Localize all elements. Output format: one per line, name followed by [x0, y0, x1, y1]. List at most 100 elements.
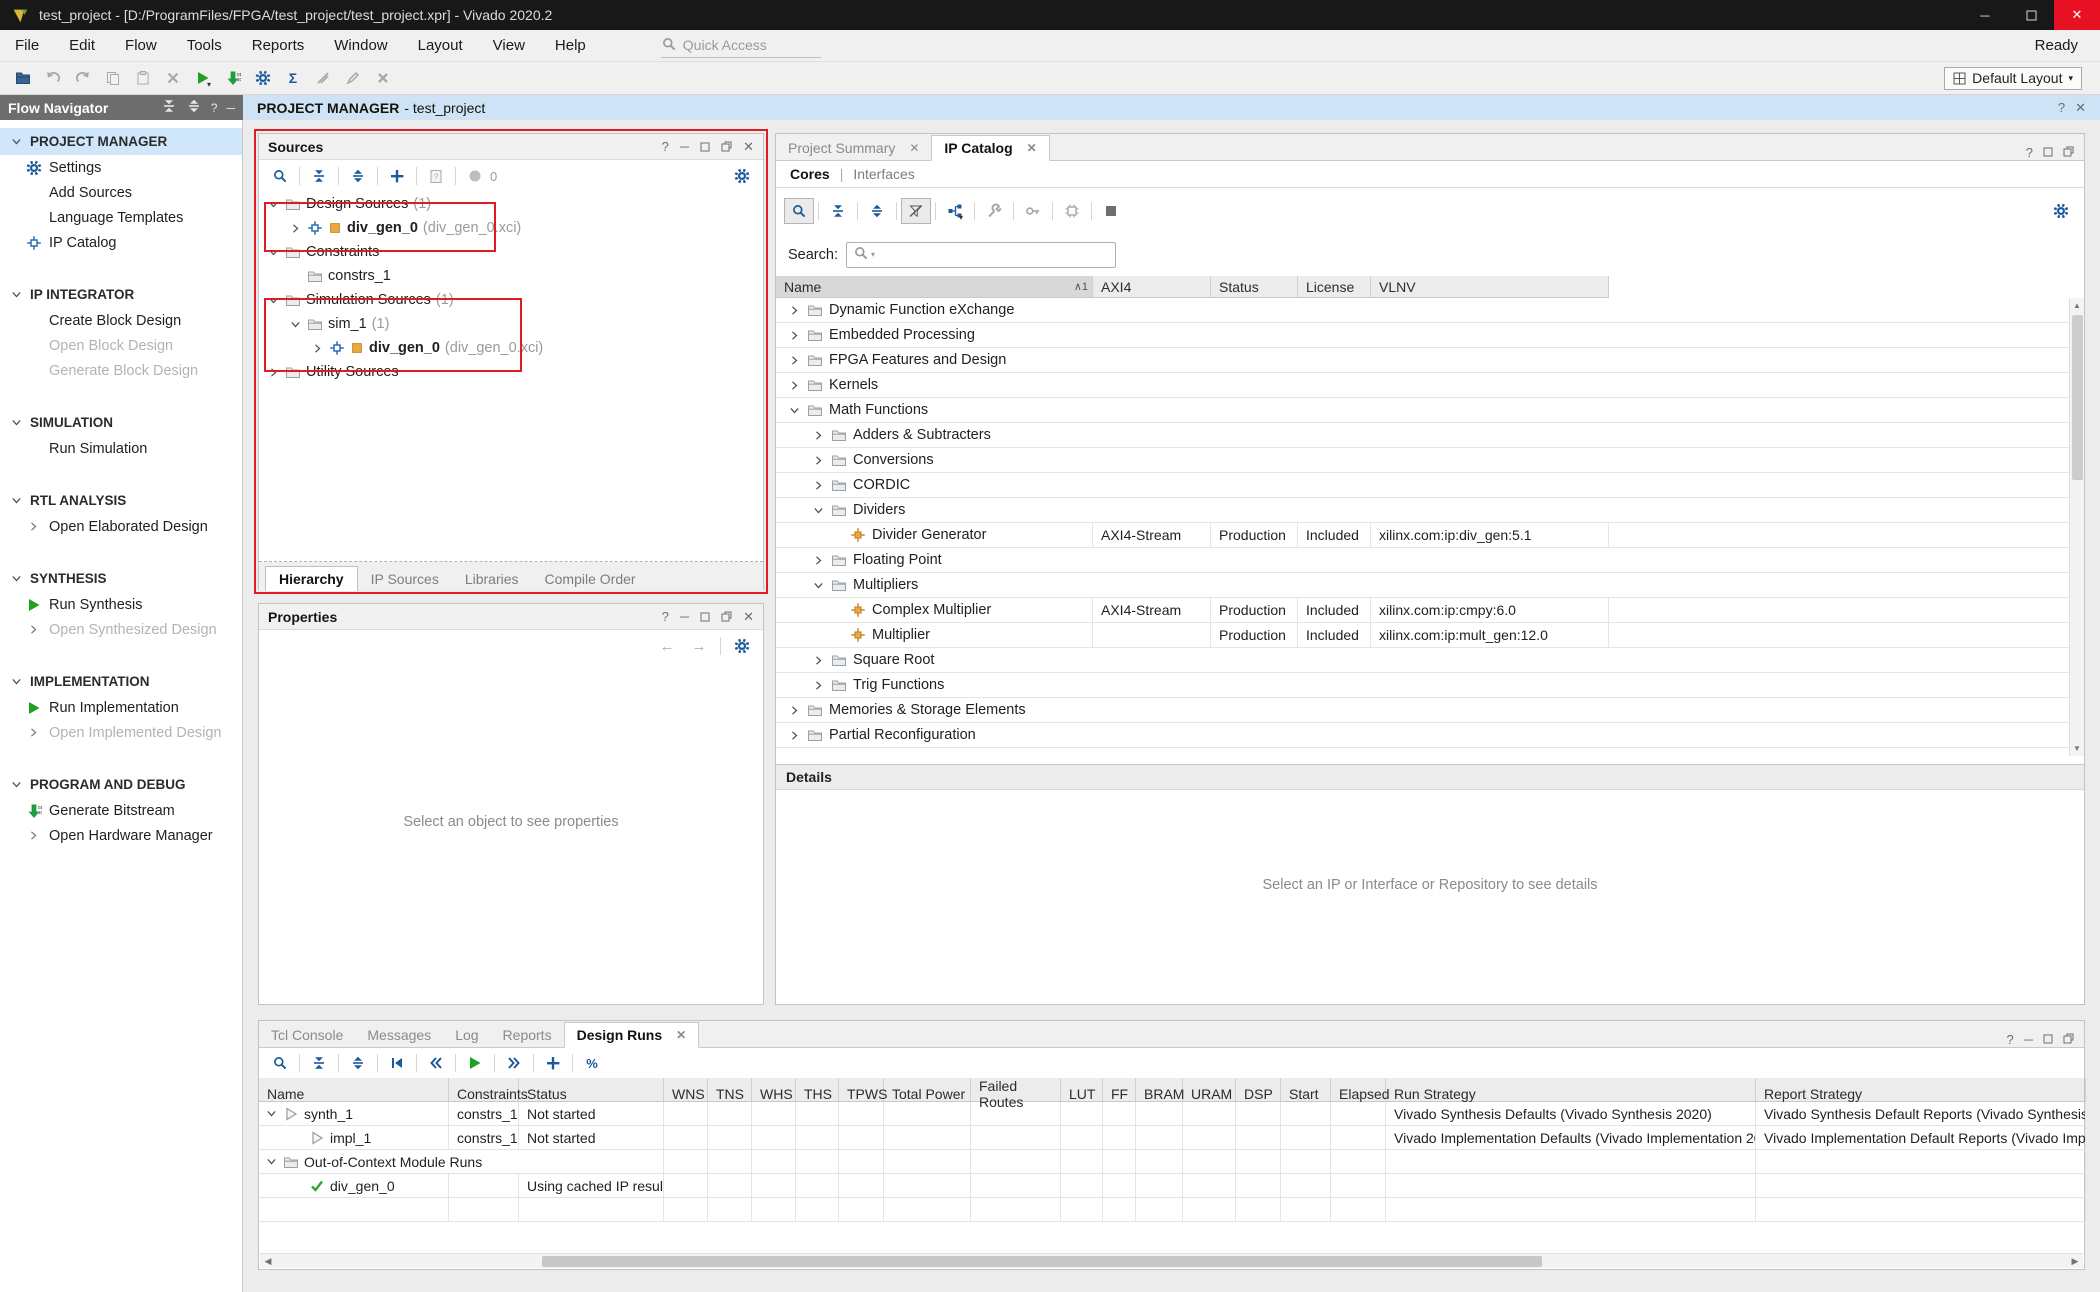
- close-icon[interactable]: ✕: [909, 141, 919, 155]
- sources-tree-row-utility-sources[interactable]: Utility Sources: [259, 360, 763, 384]
- ipcatalog-search-button[interactable]: [784, 198, 814, 224]
- toolbar-paste-button[interactable]: [128, 65, 158, 91]
- flownav-section-implementation[interactable]: IMPLEMENTATION: [0, 668, 242, 695]
- flownav-section-synthesis[interactable]: SYNTHESIS: [0, 565, 242, 592]
- ipcatalog-row-conversions[interactable]: Conversions: [776, 448, 2084, 473]
- maximize-icon[interactable]: [2043, 1032, 2053, 1047]
- menu-window[interactable]: Window: [319, 30, 402, 61]
- maximize-button[interactable]: [700, 612, 710, 622]
- ipcatalog-row-fpga-features-and-design[interactable]: FPGA Features and Design: [776, 348, 2084, 373]
- close-icon[interactable]: ✕: [1027, 141, 1037, 155]
- ipcatalog-row-divider-generator[interactable]: Divider Generator AXI4-Stream Production…: [776, 523, 2084, 548]
- toolbar-bitstream-button[interactable]: 0110: [218, 65, 248, 91]
- runs-step-forward-button[interactable]: [499, 1050, 529, 1076]
- ipcatalog-row-partial-reconfiguration[interactable]: Partial Reconfiguration: [776, 723, 2084, 748]
- ipcatalog-row-kernels[interactable]: Kernels: [776, 373, 2084, 398]
- ipcatalog-row-multipliers[interactable]: Multipliers: [776, 573, 2084, 598]
- runs-row-synth-1[interactable]: synth_1 constrs_1Not started Vivado Synt…: [259, 1102, 2084, 1126]
- flownav-item-generate-block-design[interactable]: Generate Block Design: [0, 358, 242, 383]
- sources-tree-row-sim-1[interactable]: sim_1 (1): [259, 312, 763, 336]
- toolbar-copy-button[interactable]: [98, 65, 128, 91]
- close-button[interactable]: ✕: [743, 609, 754, 625]
- flownav-item-run-simulation[interactable]: Run Simulation: [0, 436, 242, 461]
- flownav-item-open-implemented-design[interactable]: Open Implemented Design: [0, 720, 242, 745]
- bottom-tab-messages[interactable]: Messages: [355, 1023, 443, 1047]
- runs-percent-button[interactable]: %: [577, 1050, 607, 1076]
- ipcatalog-collapse-all-button[interactable]: [823, 198, 853, 224]
- flownav-item-create-block-design[interactable]: Create Block Design: [0, 308, 242, 333]
- ipcatalog-row-embedded-processing[interactable]: Embedded Processing: [776, 323, 2084, 348]
- window-minimize-button[interactable]: ─: [1962, 0, 2008, 30]
- close-icon[interactable]: ✕: [2075, 100, 2086, 116]
- properties-settings-button[interactable]: [727, 633, 757, 659]
- flownav-section-program-and-debug[interactable]: PROGRAM AND DEBUG: [0, 771, 242, 798]
- bottom-tab-reports[interactable]: Reports: [491, 1023, 564, 1047]
- ipcatalog-row-math-functions[interactable]: Math Functions: [776, 398, 2084, 423]
- toolbar-sum-button[interactable]: Σ: [278, 65, 308, 91]
- flownav-item-add-sources[interactable]: Add Sources: [0, 180, 242, 205]
- toolbar-settings-button[interactable]: [248, 65, 278, 91]
- menu-help[interactable]: Help: [540, 30, 601, 61]
- minimize-icon[interactable]: ─: [2024, 1032, 2033, 1047]
- sources-tree-row-div-gen-0[interactable]: div_gen_0 (div_gen_0.xci): [259, 216, 763, 240]
- ipcatalog-row-trig-functions[interactable]: Trig Functions: [776, 673, 2084, 698]
- expand-all-button[interactable]: [186, 98, 202, 117]
- runs-row-div-gen-0[interactable]: div_gen_0 Using cached IP results: [259, 1174, 2084, 1198]
- maximize-icon[interactable]: [2043, 145, 2053, 160]
- sources-tree-row-div-gen-0[interactable]: div_gen_0 (div_gen_0.xci): [259, 336, 763, 360]
- sources-tree-row-constraints[interactable]: Constraints: [259, 240, 763, 264]
- ipcatalog-row-memories-storage-elements[interactable]: Memories & Storage Elements: [776, 698, 2084, 723]
- minimize-button[interactable]: ─: [680, 609, 689, 624]
- menu-layout[interactable]: Layout: [403, 30, 478, 61]
- toolbar-delete-button[interactable]: [158, 65, 188, 91]
- ipcatalog-row-dynamic-function-exchange[interactable]: Dynamic Function eXchange: [776, 298, 2084, 323]
- flownav-section-simulation[interactable]: SIMULATION: [0, 409, 242, 436]
- properties-forward-button[interactable]: →: [684, 633, 714, 659]
- sources-report-button[interactable]: ?: [421, 163, 451, 189]
- runs-row-impl-1[interactable]: impl_1 constrs_1Not started Vivado Imple…: [259, 1126, 2084, 1150]
- column-header-name[interactable]: Name∧1: [776, 276, 1093, 297]
- subtab-cores[interactable]: Cores: [790, 166, 830, 182]
- runs-search-button[interactable]: [265, 1050, 295, 1076]
- toolbar-mark-button[interactable]: [308, 65, 338, 91]
- runs-add-button[interactable]: [538, 1050, 568, 1076]
- flownav-item-language-templates[interactable]: Language Templates: [0, 205, 242, 230]
- ipcatalog-group-button[interactable]: ▾: [940, 198, 970, 224]
- horizontal-scrollbar[interactable]: ◀ ▶: [260, 1253, 2083, 1268]
- sources-search-button[interactable]: [265, 163, 295, 189]
- help-button[interactable]: ?: [662, 609, 669, 624]
- sources-settings-button[interactable]: [727, 163, 757, 189]
- ip-search-input[interactable]: ▾: [846, 242, 1116, 268]
- flownav-item-ip-catalog[interactable]: IP Catalog: [0, 230, 242, 255]
- flownav-section-rtl-analysis[interactable]: RTL ANALYSIS: [0, 487, 242, 514]
- help-button[interactable]: ?: [662, 139, 669, 154]
- float-button[interactable]: [721, 141, 732, 152]
- sources-tab-ip-sources[interactable]: IP Sources: [358, 567, 452, 591]
- ipcatalog-customize-button[interactable]: [979, 198, 1009, 224]
- sources-add-button[interactable]: [382, 163, 412, 189]
- menu-flow[interactable]: Flow: [110, 30, 172, 61]
- runs-run-button[interactable]: [460, 1050, 490, 1076]
- ipcatalog-filter-button[interactable]: [901, 198, 931, 224]
- sources-tree-row-simulation-sources[interactable]: Simulation Sources (1): [259, 288, 763, 312]
- flownav-section-ip-integrator[interactable]: IP INTEGRATOR: [0, 281, 242, 308]
- vertical-scrollbar[interactable]: ▲ ▼: [2069, 298, 2084, 756]
- minimize-icon[interactable]: ─: [226, 101, 235, 115]
- subtab-interfaces[interactable]: Interfaces: [853, 166, 914, 182]
- ipcatalog-license-button[interactable]: [1018, 198, 1048, 224]
- menu-file[interactable]: File: [0, 30, 54, 61]
- flownav-item-settings[interactable]: Settings: [0, 155, 242, 180]
- toolbar-undo-button[interactable]: [38, 65, 68, 91]
- close-icon[interactable]: ✕: [676, 1028, 686, 1042]
- toolbar-run-button[interactable]: ▾: [188, 65, 218, 91]
- sources-tab-compile-order[interactable]: Compile Order: [532, 567, 649, 591]
- toolbar-redo-button[interactable]: [68, 65, 98, 91]
- bottom-tab-design-runs[interactable]: Design Runs✕: [564, 1022, 700, 1048]
- float-icon[interactable]: [2063, 1032, 2074, 1047]
- ipcatalog-chip-button[interactable]: [1057, 198, 1087, 224]
- maximize-button[interactable]: [700, 142, 710, 152]
- menu-view[interactable]: View: [478, 30, 540, 61]
- flownav-item-open-hardware-manager[interactable]: Open Hardware Manager: [0, 823, 242, 848]
- quick-access-input[interactable]: Quick Access: [661, 34, 821, 58]
- column-header-license[interactable]: License: [1298, 276, 1371, 297]
